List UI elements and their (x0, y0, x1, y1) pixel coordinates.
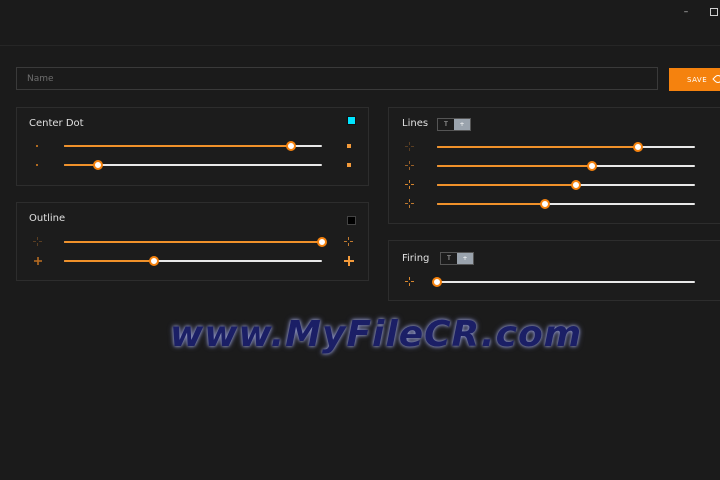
toggle-plus-option[interactable]: + (454, 119, 470, 130)
heart-icon (712, 73, 720, 85)
slider-knob[interactable] (540, 199, 551, 209)
lines-style-toggle[interactable]: T + (437, 118, 471, 131)
slider-fill (437, 203, 546, 205)
center-dot-panel: Center Dot (16, 107, 369, 186)
firing-panel: Firing T + (388, 240, 720, 301)
large-dot-icon (347, 144, 351, 148)
crosshair-icon (405, 180, 414, 189)
toggle-t-option[interactable]: T (438, 119, 454, 130)
lines-slider-1[interactable] (437, 142, 695, 152)
lines-title: Lines (402, 118, 429, 129)
slider-knob[interactable] (586, 161, 597, 171)
lines-slider-4[interactable] (437, 199, 695, 209)
slider-knob[interactable] (149, 256, 160, 266)
slider-knob[interactable] (571, 180, 582, 190)
small-dot-icon (36, 145, 38, 147)
center-dot-color-swatch[interactable] (347, 116, 356, 125)
large-dot-icon (347, 163, 351, 167)
outline-slider-1[interactable] (64, 237, 327, 247)
slider-fill (437, 184, 577, 186)
firing-slider[interactable] (432, 277, 695, 287)
lines-slider-2[interactable] (437, 161, 695, 171)
outline-slider-2[interactable] (64, 256, 322, 266)
slider-fill (64, 241, 322, 243)
slider-fill (64, 260, 155, 262)
outline-color-swatch[interactable] (347, 216, 356, 225)
title-bar: – (0, 0, 720, 46)
slider-knob[interactable] (92, 160, 103, 170)
center-dot-slider-2[interactable] (64, 160, 322, 170)
watermark-text: www.MyFileCR.com (170, 314, 583, 355)
maximize-button[interactable] (707, 5, 720, 19)
slider-fill (64, 145, 292, 147)
thin-crosshair-icon (33, 237, 42, 246)
center-dot-slider-1[interactable] (64, 141, 322, 151)
thin-plus-icon (34, 257, 42, 265)
name-input[interactable] (16, 67, 658, 90)
crosshair-icon (405, 142, 414, 151)
crosshair-icon (405, 277, 414, 286)
slider-fill (437, 165, 592, 167)
firing-title: Firing (402, 253, 430, 264)
slider-knob[interactable] (432, 277, 442, 287)
slider-knob[interactable] (633, 142, 644, 152)
slider-fill (437, 146, 639, 148)
center-dot-title: Center Dot (29, 118, 84, 129)
save-button-label: SAVE (687, 75, 708, 84)
small-dot-icon (36, 164, 38, 166)
slider-knob[interactable] (286, 141, 297, 151)
crosshair-icon (344, 237, 353, 246)
slider-knob[interactable] (317, 237, 327, 247)
thick-plus-icon (344, 256, 354, 266)
toggle-plus-option[interactable]: + (457, 253, 473, 264)
save-button[interactable]: SAVE (669, 68, 720, 91)
crosshair-icon (405, 161, 414, 170)
outline-title: Outline (29, 213, 66, 224)
lines-panel: Lines T + (388, 107, 720, 224)
toggle-t-option[interactable]: T (441, 253, 457, 264)
firing-style-toggle[interactable]: T + (440, 252, 474, 265)
crosshair-icon (405, 199, 414, 208)
outline-panel: Outline (16, 202, 369, 281)
minimize-button[interactable]: – (679, 5, 693, 19)
lines-slider-3[interactable] (437, 180, 695, 190)
